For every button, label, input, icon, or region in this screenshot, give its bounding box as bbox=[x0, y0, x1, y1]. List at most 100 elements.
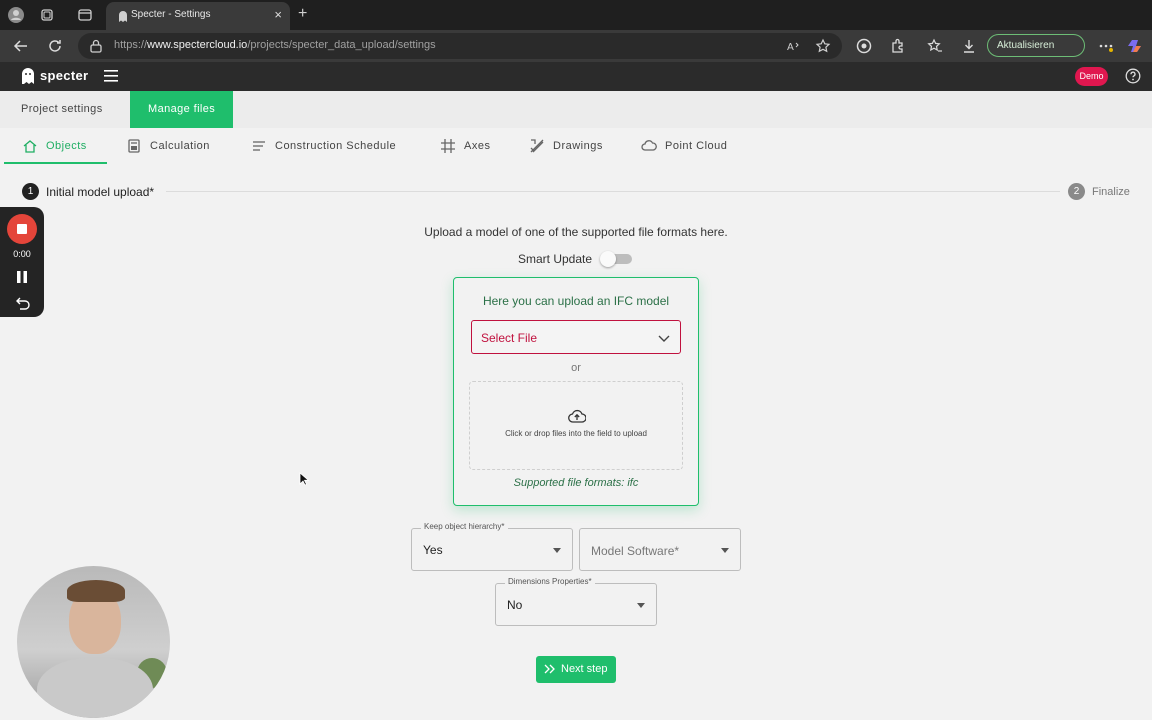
settings-subnav: Project settings Manage files bbox=[0, 91, 1152, 128]
address-bar[interactable]: https://www.spectercloud.io/projects/spe… bbox=[78, 33, 842, 59]
browser-toolbar: https://www.spectercloud.io/projects/spe… bbox=[0, 30, 1152, 62]
step-1-number: 1 bbox=[22, 183, 39, 200]
tab-label: Project settings bbox=[21, 103, 103, 115]
caret-down-icon bbox=[553, 548, 561, 553]
reload-icon[interactable] bbox=[47, 38, 63, 54]
copilot-icon[interactable] bbox=[1127, 38, 1143, 54]
tab-construction-schedule[interactable]: Construction Schedule bbox=[251, 128, 411, 164]
smart-update-label: Smart Update bbox=[518, 252, 593, 266]
step-connector bbox=[166, 191, 1060, 192]
app-header: specter Demo bbox=[0, 62, 1152, 91]
webcam-person-body bbox=[37, 658, 153, 718]
lock-icon[interactable] bbox=[90, 39, 102, 53]
specter-logo-icon[interactable] bbox=[20, 67, 36, 85]
more-menu-icon[interactable] bbox=[1098, 38, 1114, 54]
svg-text:A: A bbox=[787, 42, 794, 53]
next-step-button[interactable]: Next step bbox=[536, 656, 616, 683]
back-icon[interactable] bbox=[13, 38, 29, 54]
field-value: No bbox=[507, 598, 523, 612]
field-label: Keep object hierarchy* bbox=[421, 522, 508, 531]
update-label: Aktualisieren bbox=[997, 40, 1055, 51]
select-file-dropdown[interactable]: Select File bbox=[471, 320, 681, 354]
webcam-overlay bbox=[17, 566, 170, 718]
browser-tab[interactable]: Specter - Settings × bbox=[106, 2, 290, 30]
supported-formats: Supported file formats: ifc bbox=[513, 477, 639, 489]
menu-icon[interactable] bbox=[104, 70, 118, 82]
select-file-placeholder: Select File bbox=[481, 331, 538, 345]
dimensions-properties-select[interactable]: Dimensions Properties* No bbox=[495, 577, 657, 626]
tab-label: Objects bbox=[46, 140, 87, 152]
ghost-favicon-icon bbox=[119, 11, 127, 22]
tab-drawings[interactable]: Drawings bbox=[529, 128, 614, 164]
logo-text[interactable]: specter bbox=[40, 68, 88, 83]
tab-label: Axes bbox=[464, 140, 491, 152]
field-label: Dimensions Properties* bbox=[505, 577, 595, 586]
recording-time: 0:00 bbox=[13, 249, 31, 259]
tab-label: Drawings bbox=[553, 140, 603, 152]
help-icon[interactable] bbox=[1125, 68, 1141, 84]
model-software-select[interactable]: Model Software* bbox=[579, 528, 741, 571]
undo-icon[interactable] bbox=[14, 296, 30, 310]
field-placeholder: Model Software* bbox=[591, 544, 680, 558]
favorites-icon[interactable] bbox=[927, 38, 943, 54]
tab-close-icon[interactable]: × bbox=[274, 7, 282, 22]
screen-recorder-panel: 0:00 bbox=[0, 207, 44, 317]
dropzone-text: Click or drop files into the field to up… bbox=[505, 429, 647, 438]
mouse-cursor-icon bbox=[299, 472, 309, 486]
tab-label: Calculation bbox=[150, 140, 210, 152]
tab-objects[interactable]: Objects bbox=[22, 128, 112, 164]
lines-icon bbox=[253, 141, 265, 151]
cloud-upload-icon bbox=[568, 409, 586, 423]
keep-hierarchy-select[interactable]: Keep object hierarchy* Yes bbox=[411, 522, 573, 571]
step-1-label: Initial model upload* bbox=[46, 185, 155, 199]
tab-actions-icon[interactable] bbox=[77, 7, 93, 23]
tab-label: Manage files bbox=[148, 103, 216, 115]
read-aloud-icon[interactable]: A bbox=[785, 38, 801, 54]
step-2-label: Finalize bbox=[1092, 186, 1130, 198]
settings-page: Project settings Manage files Objects Ca… bbox=[0, 91, 1152, 720]
workspaces-icon[interactable] bbox=[39, 7, 55, 23]
next-step-label: Next step bbox=[561, 663, 608, 675]
update-button[interactable]: Aktualisieren bbox=[987, 34, 1085, 57]
file-dropzone[interactable]: Click or drop files into the field to up… bbox=[469, 381, 683, 470]
url-host: www.spectercloud.io bbox=[147, 39, 248, 51]
favorite-star-icon[interactable] bbox=[815, 38, 831, 54]
ifc-upload-card: Here you can upload an IFC model Select … bbox=[453, 277, 699, 506]
upload-card-title: Here you can upload an IFC model bbox=[482, 294, 670, 308]
pause-icon[interactable] bbox=[17, 271, 27, 283]
tab-manage-files[interactable]: Manage files bbox=[130, 91, 234, 128]
caret-down-icon bbox=[637, 603, 645, 608]
url-text[interactable]: https://www.spectercloud.io/projects/spe… bbox=[114, 39, 436, 51]
field-value: Yes bbox=[423, 543, 443, 557]
downloads-icon[interactable] bbox=[961, 38, 977, 54]
chevron-down-icon bbox=[658, 335, 670, 342]
upload-stepper: 1 Initial model upload* 2 Finalize bbox=[0, 181, 1152, 203]
or-separator: or bbox=[571, 362, 581, 374]
new-tab-button[interactable]: + bbox=[298, 5, 307, 23]
profile-icon[interactable] bbox=[8, 7, 24, 23]
calculator-icon bbox=[128, 139, 140, 153]
tab-label: Construction Schedule bbox=[275, 140, 397, 152]
extensions-icon[interactable] bbox=[890, 38, 906, 54]
copilot-circle-icon[interactable] bbox=[856, 38, 872, 54]
file-type-tabs: Objects Calculation Construction Schedul… bbox=[0, 128, 1152, 164]
demo-badge[interactable]: Demo bbox=[1075, 67, 1108, 86]
home-icon bbox=[23, 140, 37, 153]
double-chevron-right-icon bbox=[544, 664, 555, 674]
tab-project-settings[interactable]: Project settings bbox=[3, 91, 121, 128]
tab-point-cloud[interactable]: Point Cloud bbox=[641, 128, 741, 164]
smart-update-toggle[interactable] bbox=[600, 251, 632, 267]
tab-title: Specter - Settings bbox=[131, 9, 211, 20]
step-2-number: 2 bbox=[1068, 183, 1085, 200]
active-tab-indicator bbox=[4, 162, 107, 164]
webcam-person-hair bbox=[67, 580, 125, 602]
tab-axes[interactable]: Axes bbox=[440, 128, 500, 164]
toggle-knob bbox=[600, 251, 616, 267]
upload-intro-text: Upload a model of one of the supported f… bbox=[424, 225, 728, 239]
cloud-icon bbox=[641, 140, 657, 151]
ruler-pencil-icon bbox=[530, 139, 544, 153]
url-prefix: https:// bbox=[114, 39, 148, 51]
url-path: /projects/specter_data_upload/settings bbox=[247, 39, 436, 51]
tab-calculation[interactable]: Calculation bbox=[126, 128, 226, 164]
caret-down-icon bbox=[721, 548, 729, 553]
